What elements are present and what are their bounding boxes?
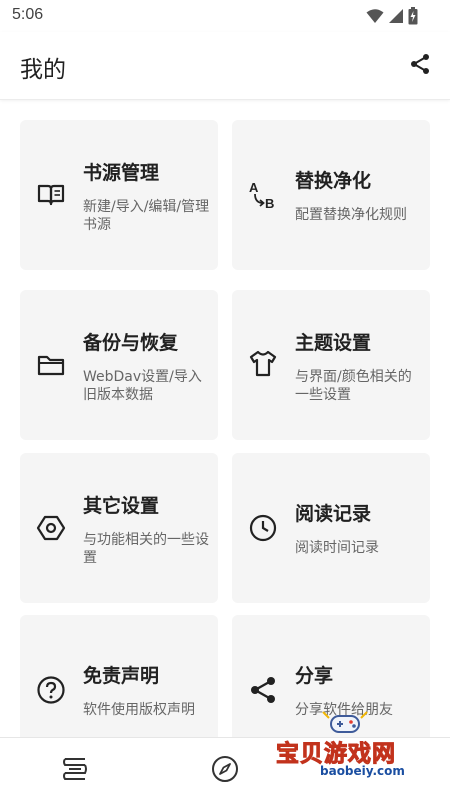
replace-ab-icon: A B — [249, 180, 274, 210]
card-reading-records[interactable]: 阅读记录 阅读时间记录 — [232, 453, 430, 603]
watermark-text: 宝贝游戏网 — [276, 741, 396, 768]
card-title: 其它设置 — [83, 495, 160, 517]
folder-icon — [37, 355, 65, 376]
watermark-url: baobeiy.com — [320, 764, 405, 778]
card-description: 与功能相关的一些设置 — [83, 532, 209, 566]
card-title: 替换净化 — [295, 170, 372, 192]
card-title: 书源管理 — [83, 162, 160, 184]
hex-settings-icon — [36, 515, 66, 541]
help-circle-icon — [37, 676, 65, 704]
card-description: 阅读时间记录 — [295, 540, 379, 556]
battery-icon — [408, 7, 418, 25]
watermark-logo: 宝贝游戏网 baobeiy.com — [270, 706, 425, 786]
ab-letter-b: B — [265, 196, 274, 210]
status-icons — [366, 7, 418, 25]
status-time: 5:06 — [12, 6, 44, 23]
tshirt-icon — [249, 350, 277, 377]
card-description: 软件使用版权声明 — [83, 702, 195, 718]
compass-icon[interactable] — [210, 754, 240, 784]
clock-icon — [249, 514, 277, 542]
share-icon[interactable] — [408, 52, 432, 76]
book-icon — [37, 184, 65, 206]
card-description: 与界面/颜色相关的一些设置 — [295, 369, 412, 403]
card-backup-restore[interactable]: 备份与恢复 WebDav设置/导入旧版本数据 — [20, 290, 218, 440]
card-title: 备份与恢复 — [83, 332, 179, 354]
status-bar: 5:06 — [0, 0, 450, 32]
card-title: 免责声明 — [83, 665, 160, 687]
bookshelf-icon[interactable] — [60, 754, 90, 784]
card-description: WebDav设置/导入旧版本数据 — [83, 369, 202, 403]
card-title: 主题设置 — [295, 332, 372, 354]
card-source-management[interactable]: 书源管理 新建/导入/编辑/管理书源 — [20, 120, 218, 270]
card-other-settings[interactable]: 其它设置 与功能相关的一些设置 — [20, 453, 218, 603]
card-theme-settings[interactable]: 主题设置 与界面/颜色相关的一些设置 — [232, 290, 430, 440]
app-bar: 我的 — [0, 32, 450, 100]
card-description: 配置替换净化规则 — [295, 207, 407, 223]
share-icon — [251, 677, 275, 703]
ab-letter-a: A — [249, 180, 259, 195]
card-title: 分享 — [295, 665, 334, 687]
card-title: 阅读记录 — [295, 503, 372, 525]
wifi-icon — [366, 9, 384, 23]
page-title: 我的 — [20, 57, 66, 83]
signal-icon — [389, 9, 403, 23]
card-description: 新建/导入/编辑/管理书源 — [83, 199, 210, 233]
card-replace-purify[interactable]: A B 替换净化 配置替换净化规则 — [232, 120, 430, 270]
